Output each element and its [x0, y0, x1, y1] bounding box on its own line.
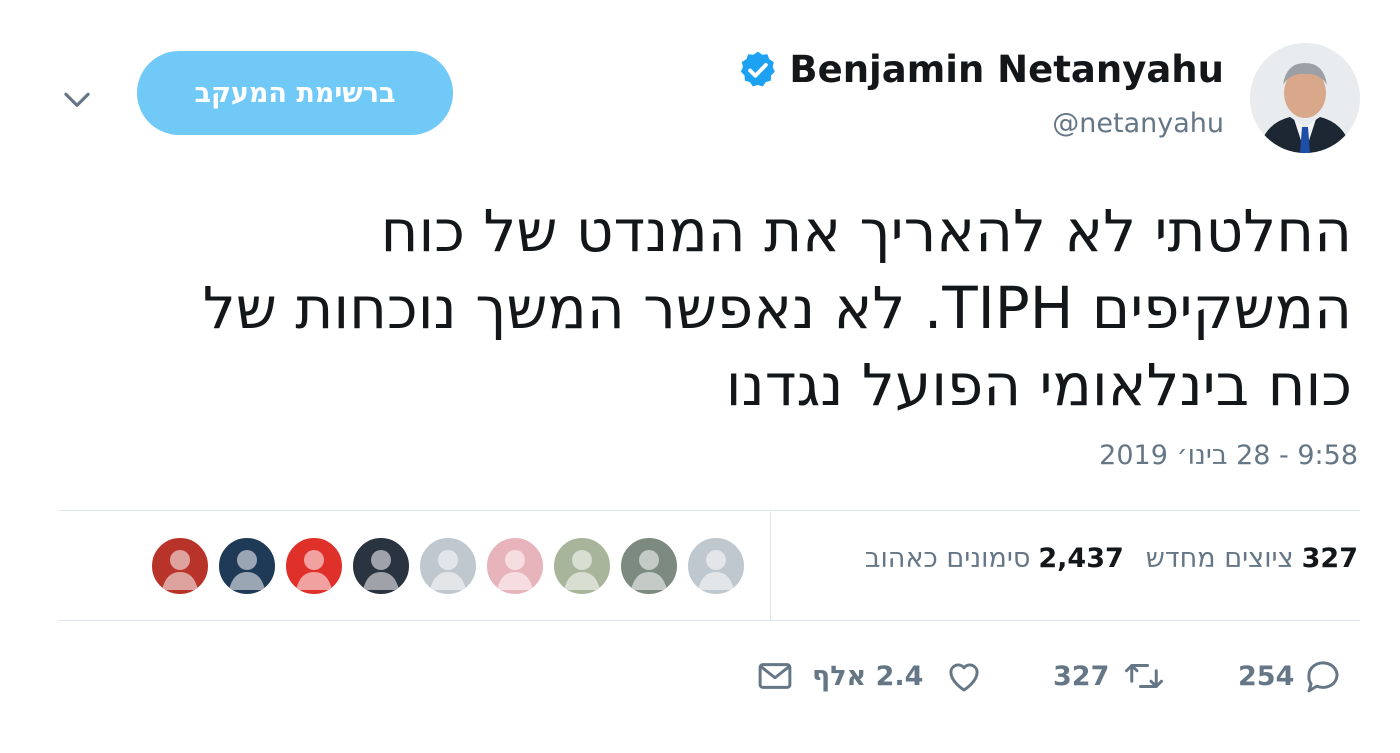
dm-action[interactable] [754, 652, 796, 700]
liker-avatar-7[interactable] [284, 536, 344, 596]
reply-action[interactable]: 254 [1238, 652, 1344, 700]
likes-stat-label: סימונים כאהוב [864, 543, 1031, 574]
reply-count: 254 [1238, 660, 1295, 692]
liker-avatar-2[interactable] [619, 536, 679, 596]
liker-avatar-4[interactable] [485, 536, 545, 596]
retweets-stat[interactable]: 327 ציוצים מחדש [1146, 543, 1358, 574]
liker-avatar-3[interactable] [552, 536, 612, 596]
liker-avatar-5[interactable] [418, 536, 478, 596]
tweet-text-line: החלטתי לא להאריך את המנדט של כוח [380, 197, 1352, 265]
retweets-stat-label: ציוצים מחדש [1145, 543, 1294, 574]
retweet-icon[interactable] [1123, 655, 1165, 697]
liker-avatar-1[interactable] [686, 536, 746, 596]
tweet-timestamp[interactable]: 9:58 - 28 בינו׳ 2019 [1099, 440, 1358, 471]
liker-avatar-8[interactable] [217, 536, 277, 596]
divider [58, 510, 1360, 511]
retweet-action[interactable]: 327 [1053, 652, 1165, 700]
envelope-icon[interactable] [754, 655, 796, 697]
tweet-page: Benjamin Netanyahu @netanyahu ברשימת המע… [0, 0, 1400, 753]
tweet-text-line: המשקיפים TIPH. לא נאפשר המשך נוכחות של [202, 274, 1352, 342]
liker-avatar-9[interactable] [150, 536, 210, 596]
likes-stat-count: 2,437 [1038, 543, 1124, 574]
chevron-down-icon[interactable] [58, 80, 96, 118]
like-count: 2.4 אלף [812, 660, 924, 692]
divider [58, 620, 1360, 621]
tweet-text: החלטתי לא להאריך את המנדט של כוח המשקיפי… [62, 193, 1352, 424]
heart-icon[interactable] [943, 655, 985, 697]
liker-avatar-6[interactable] [351, 536, 411, 596]
retweet-count: 327 [1053, 660, 1110, 692]
retweets-stat-count: 327 [1301, 543, 1358, 574]
following-button[interactable]: ברשימת המעקב [137, 51, 453, 135]
verified-badge-icon [741, 51, 776, 86]
like-action[interactable]: 2.4 אלף [812, 652, 985, 700]
author-name-row[interactable]: Benjamin Netanyahu [737, 48, 1224, 91]
author-avatar[interactable] [1250, 43, 1360, 153]
tweet-text-line: כוח בינלאומי הפועל נגדנו [725, 351, 1352, 419]
author-display-name[interactable]: Benjamin Netanyahu [789, 48, 1224, 91]
tweet-stats: 327 ציוצים מחדש 2,437 סימונים כאהוב [843, 543, 1358, 574]
divider [770, 510, 771, 620]
likes-stat[interactable]: 2,437 סימונים כאהוב [865, 543, 1124, 574]
reply-icon[interactable] [1302, 655, 1344, 697]
author-handle[interactable]: @netanyahu [1052, 108, 1224, 139]
